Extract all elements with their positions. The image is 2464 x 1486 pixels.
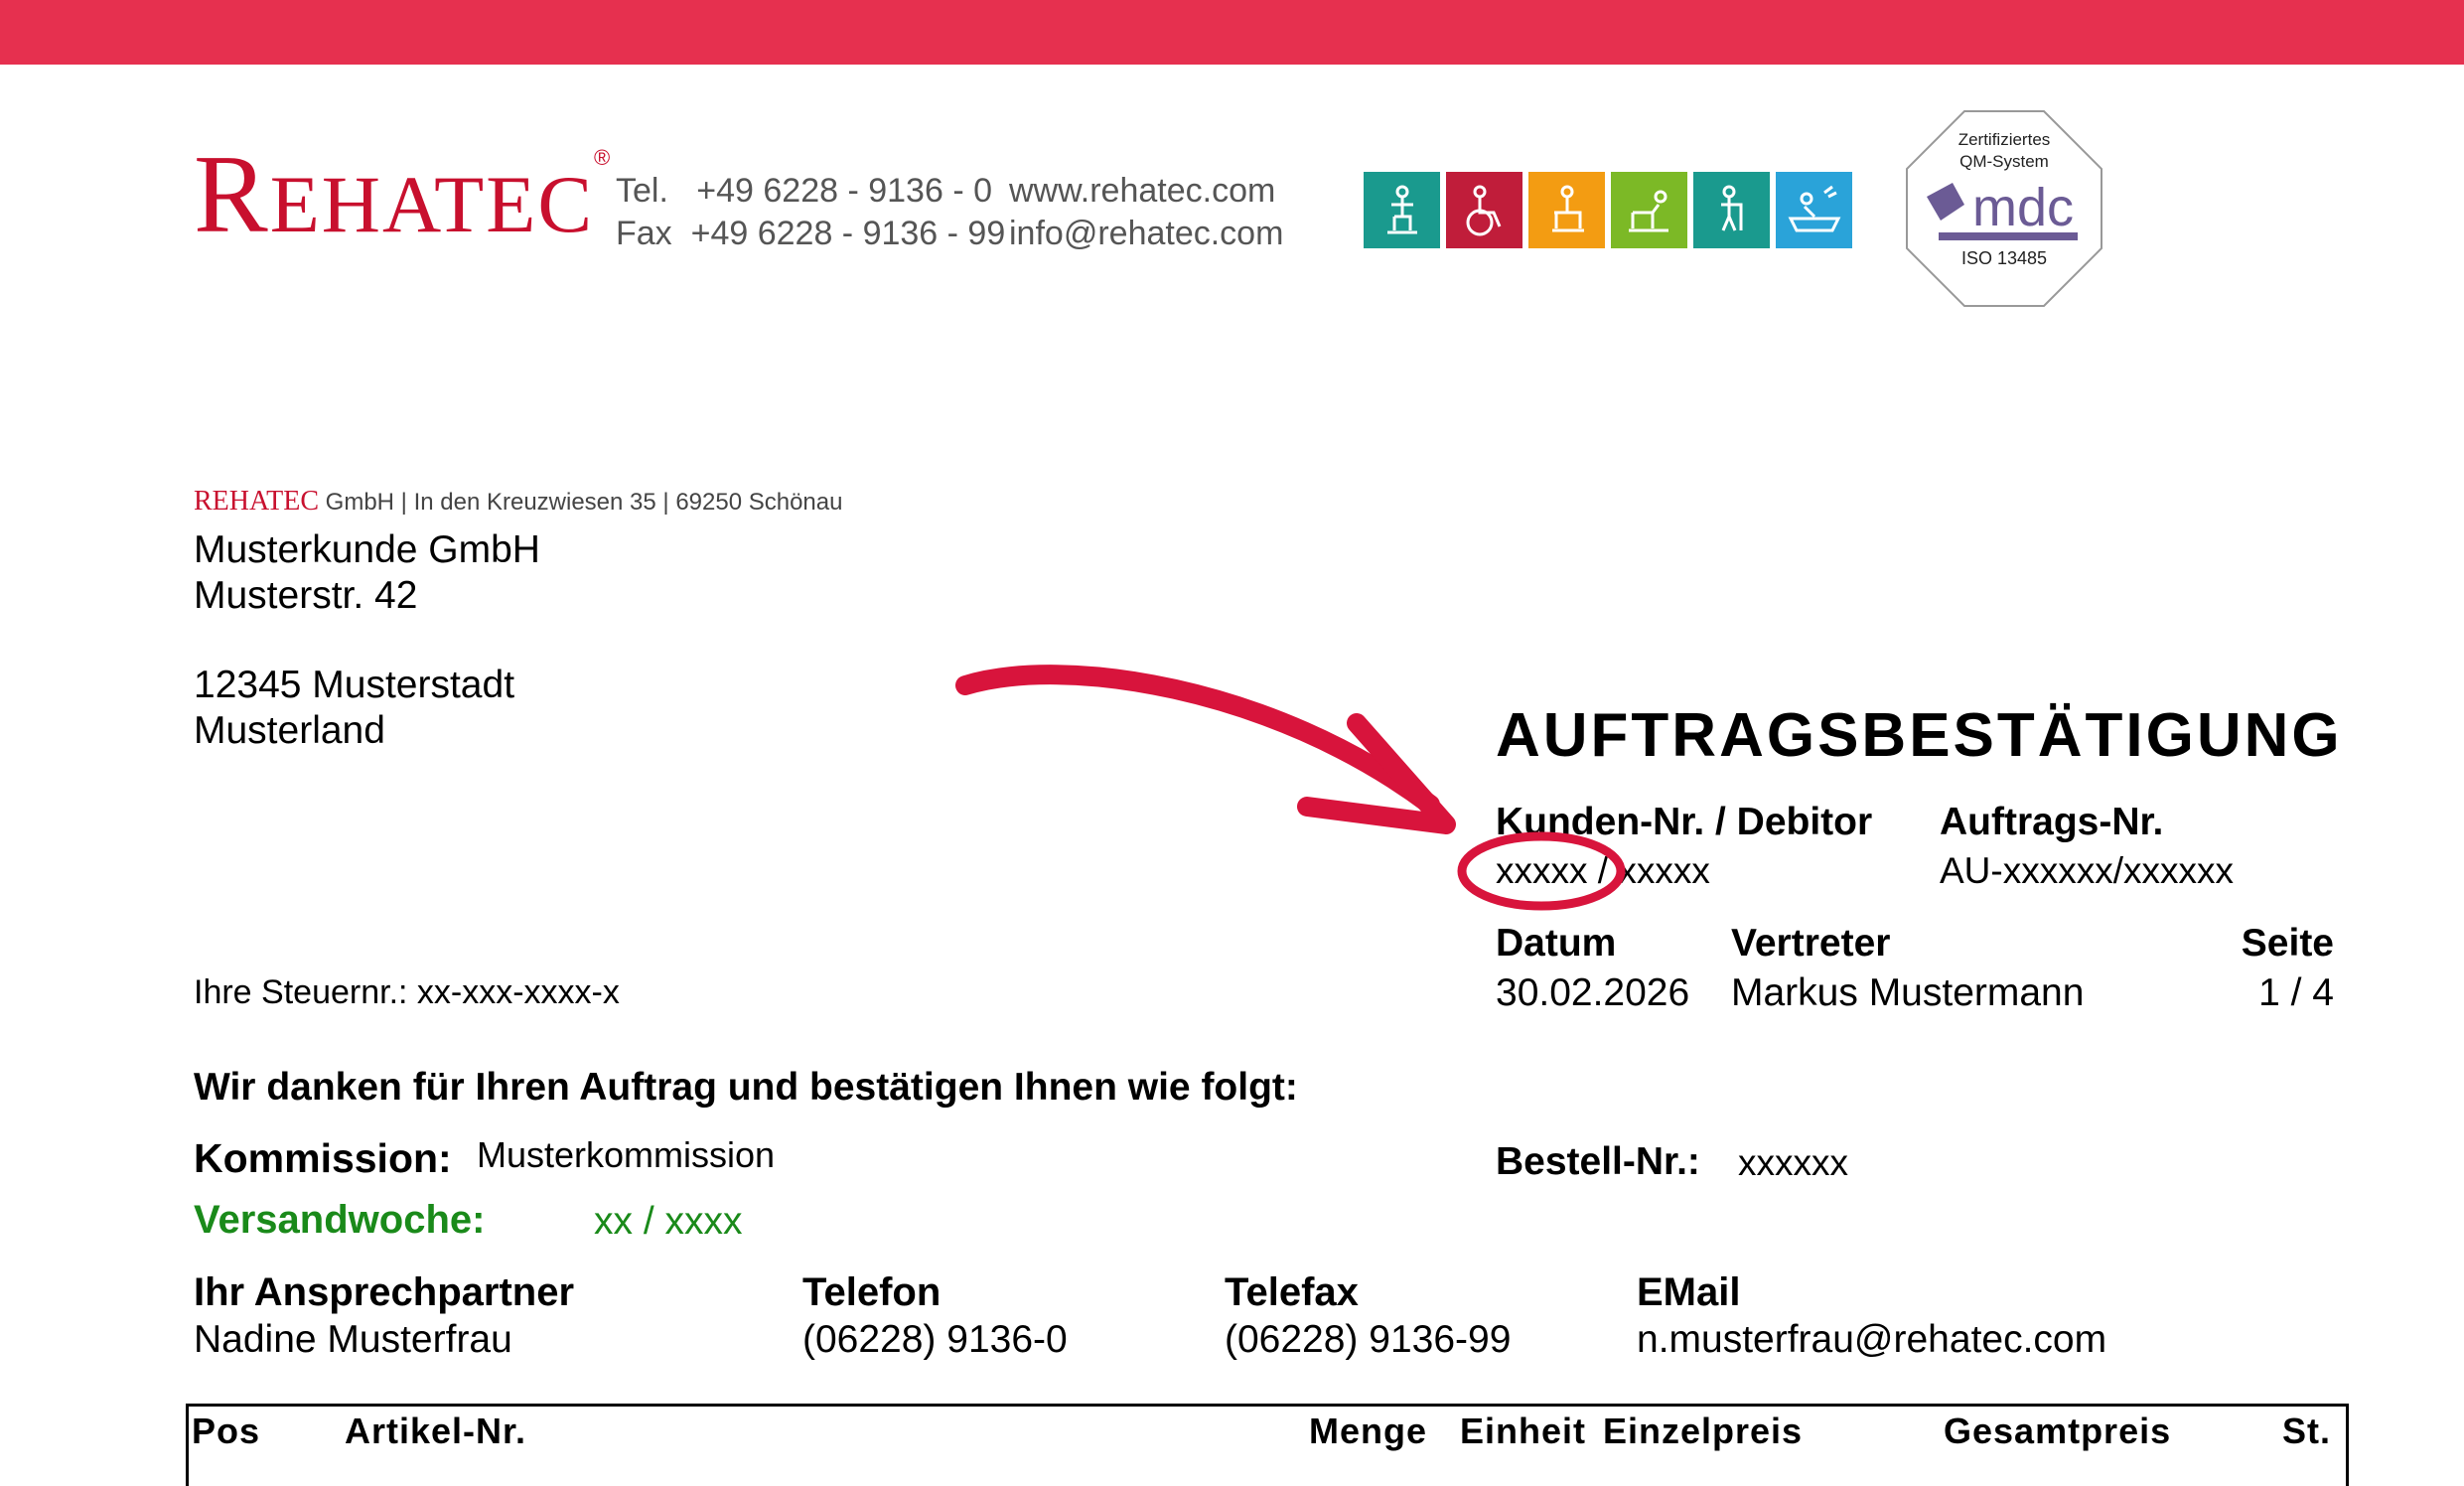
annotation-circle [1457, 831, 1626, 911]
annotation-overlay [955, 665, 1626, 911]
